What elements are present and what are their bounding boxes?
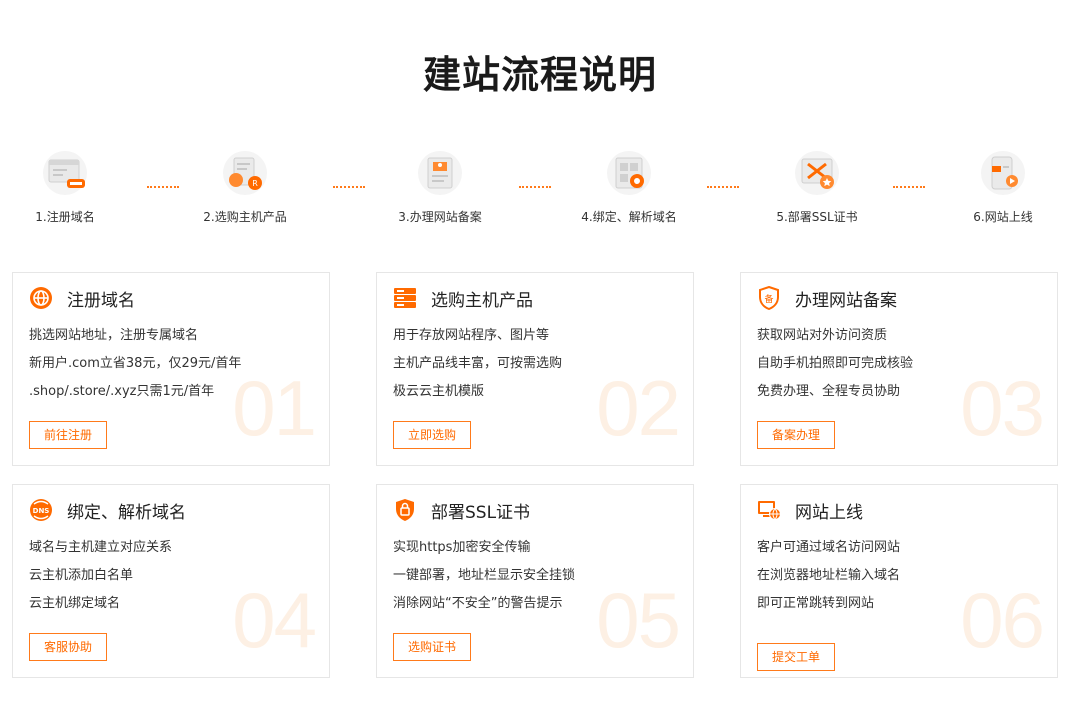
step-label: 3.办理网站备案 (398, 210, 482, 224)
monitor-globe-icon (758, 501, 781, 520)
card-ssl: 部署SSL证书 实现https加密安全传输 一键部署，地址栏显示安全挂锁 消除网… (376, 484, 694, 678)
record-shield-icon: 备 (759, 286, 779, 310)
card-line: 自助手机拍照即可完成核验 (757, 356, 914, 371)
card-record: 备 办理网站备案 获取网站对外访问资质 自助手机拍照即可完成核验 免费办理、全程… (740, 272, 1058, 466)
card-line: 即可正常跳转到网站 (757, 596, 875, 611)
card-line: 消除网站“不安全”的警告提示 (393, 596, 563, 611)
host-product-icon: R (223, 151, 267, 195)
site-online-icon (981, 151, 1025, 195)
card-line: 极云云主机模版 (393, 384, 485, 399)
card-line: 域名与主机建立对应关系 (29, 540, 173, 555)
card-buy-host: 选购主机产品 用于存放网站程序、图片等 主机产品线丰富，可按需选购 极云云主机模… (376, 272, 694, 466)
bind-resolve-icon (607, 151, 651, 195)
step-connector (707, 186, 739, 188)
buy-now-button[interactable]: 立即选购 (393, 421, 472, 449)
card-title: 绑定、解析域名 (67, 502, 186, 523)
card-line: 主机产品线丰富，可按需选购 (393, 356, 563, 371)
dns-icon: DNS (30, 499, 52, 521)
step-label: 5.部署SSL证书 (776, 210, 858, 224)
step-register-domain: 1.注册域名 (0, 150, 130, 225)
register-button[interactable]: 前往注册 (29, 421, 108, 449)
card-number: 03 (960, 364, 1045, 452)
step-buy-host: R 2.选购主机产品 (180, 150, 310, 225)
card-line: 新用户.com立省38元，仅29元/首年 (29, 356, 242, 371)
card-line: 云主机绑定域名 (29, 596, 121, 611)
card-line: 在浏览器地址栏输入域名 (757, 568, 901, 583)
card-register-domain: 注册域名 挑选网站地址，注册专属域名 新用户.com立省38元，仅29元/首年 … (12, 272, 330, 466)
process-steps: 1.注册域名 R 2.选购主机产品 3.办理网站备案 4.绑定、解析域名 5.部… (0, 150, 1080, 240)
submit-ticket-button[interactable]: 提交工单 (757, 643, 836, 671)
step-online: 6.网站上线 (938, 150, 1068, 225)
card-number: 01 (232, 364, 317, 452)
step-label: 6.网站上线 (973, 210, 1033, 224)
card-title: 部署SSL证书 (431, 502, 531, 523)
card-title: 选购主机产品 (431, 290, 533, 311)
card-number: 02 (596, 364, 681, 452)
card-line: 挑选网站地址，注册专属域名 (29, 328, 199, 343)
step-label: 4.绑定、解析域名 (581, 210, 677, 224)
support-button[interactable]: 客服协助 (29, 633, 108, 661)
step-connector (519, 186, 551, 188)
page-title: 建站流程说明 (422, 53, 657, 97)
step-bind-domain: 4.绑定、解析域名 (564, 150, 694, 225)
card-title: 办理网站备案 (795, 290, 897, 311)
card-number: 05 (596, 576, 681, 664)
globe-icon (30, 287, 52, 309)
svg-text:备: 备 (764, 293, 773, 305)
svg-text:R: R (252, 179, 258, 188)
record-document-icon (418, 151, 462, 195)
server-icon (394, 288, 416, 308)
record-button[interactable]: 备案办理 (757, 421, 836, 449)
card-line: 实现https加密安全传输 (393, 540, 531, 555)
card-title: 网站上线 (795, 502, 863, 523)
card-line: 云主机添加白名单 (29, 568, 134, 583)
step-label: 2.选购主机产品 (203, 210, 287, 224)
buy-certificate-button[interactable]: 选购证书 (393, 633, 472, 661)
ssl-certificate-icon (795, 151, 839, 195)
card-line: .shop/.store/.xyz只需1元/首年 (29, 384, 215, 399)
step-ssl: 5.部署SSL证书 (752, 150, 882, 225)
step-label: 1.注册域名 (35, 210, 95, 224)
card-bind-domain: DNS 绑定、解析域名 域名与主机建立对应关系 云主机添加白名单 云主机绑定域名… (12, 484, 330, 678)
ssl-shield-icon (396, 499, 414, 521)
card-line: 用于存放网站程序、图片等 (393, 328, 550, 343)
card-line: 一键部署，地址栏显示安全挂锁 (393, 568, 576, 583)
card-number: 06 (960, 576, 1045, 664)
step-connector (333, 186, 365, 188)
step-record: 3.办理网站备案 (375, 150, 505, 225)
card-line: 获取网站对外访问资质 (757, 328, 888, 343)
step-connector (147, 186, 179, 188)
card-line: 客户可通过域名访问网站 (757, 540, 901, 555)
browser-domain-icon (43, 151, 87, 195)
card-number: 04 (232, 576, 317, 664)
svg-text:DNS: DNS (33, 507, 50, 515)
card-line: 免费办理、全程专员协助 (757, 384, 901, 399)
page: 建站流程说明 1.注册域名 R 2.选购主机产品 3.办理网站备案 4.绑定、解… (0, 0, 1080, 708)
card-online: 网站上线 客户可通过域名访问网站 在浏览器地址栏输入域名 即可正常跳转到网站 0… (740, 484, 1058, 678)
step-connector (893, 186, 925, 188)
card-title: 注册域名 (67, 290, 135, 311)
